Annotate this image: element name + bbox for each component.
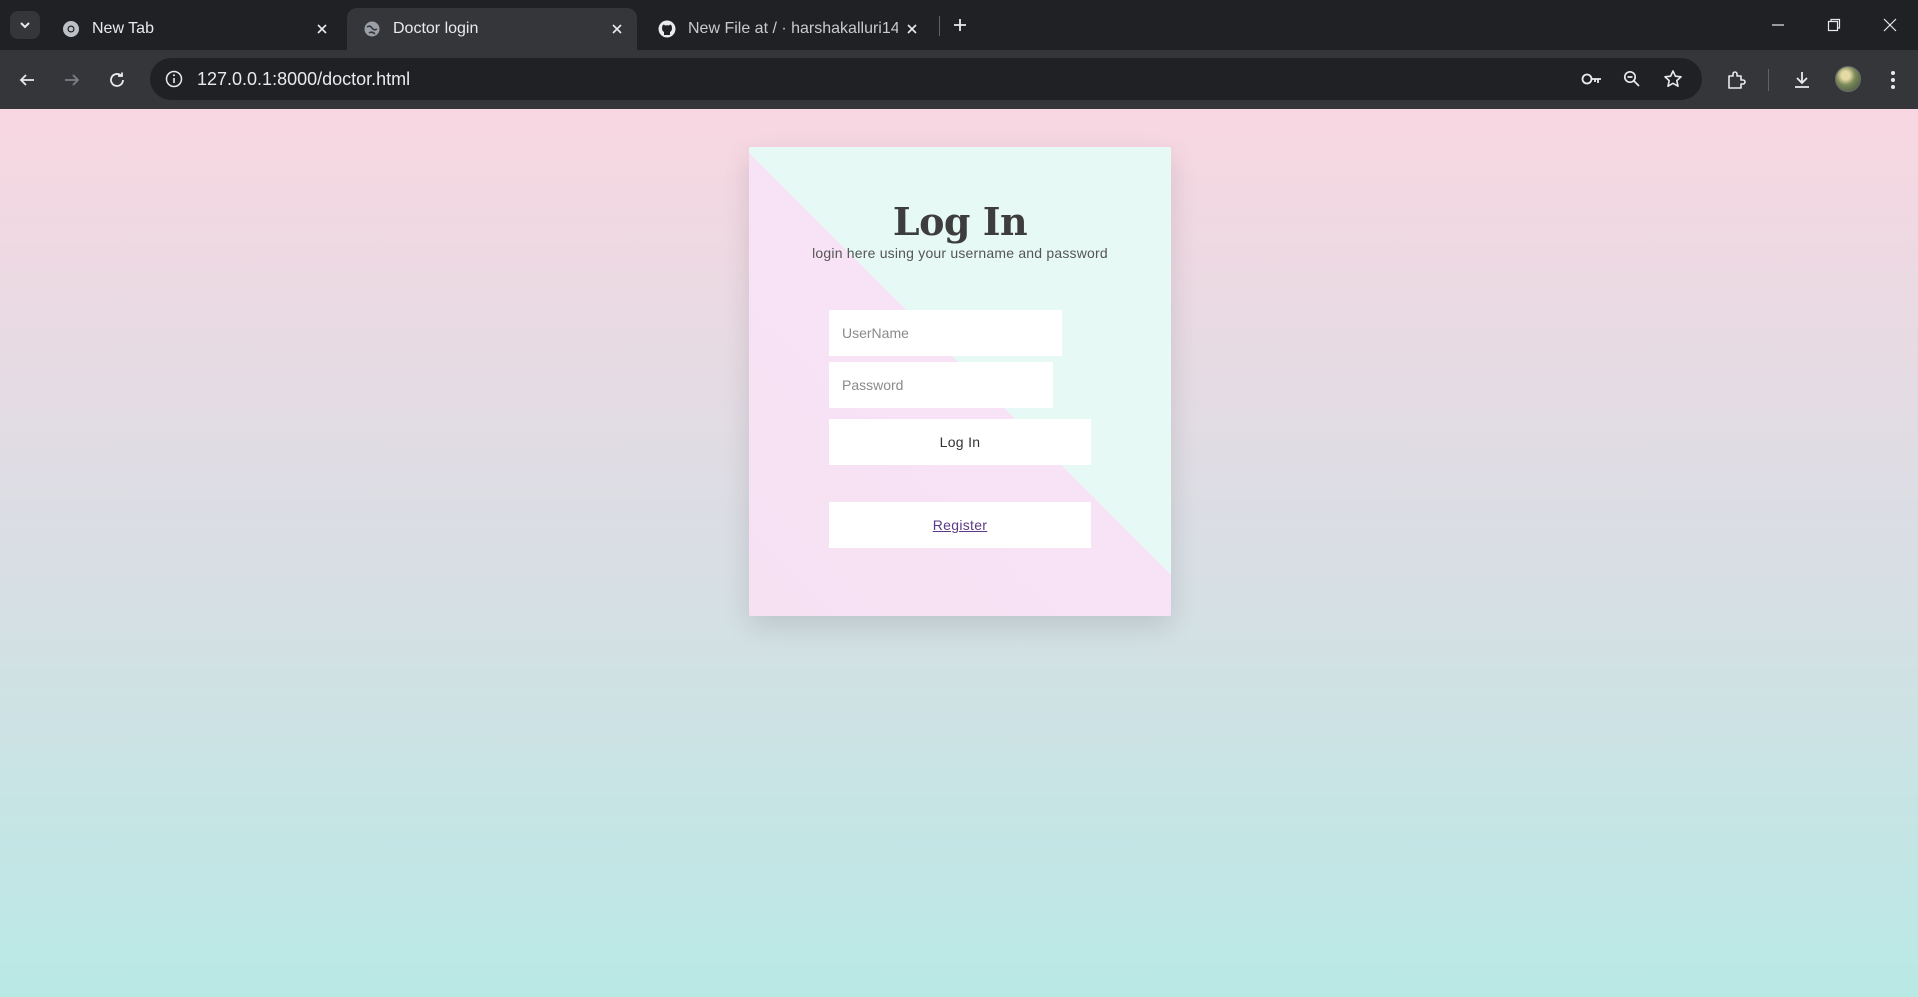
star-icon[interactable]: [1659, 65, 1687, 93]
tab-strip: New Tab Doctor login New File at / · har…: [0, 0, 1918, 50]
restore-button[interactable]: [1806, 0, 1862, 50]
minimize-icon: [1772, 24, 1784, 26]
register-link[interactable]: Register: [933, 517, 988, 533]
tab-title: Doctor login: [393, 20, 479, 37]
reload-icon: [110, 72, 124, 87]
toolbar-divider: [1768, 69, 1769, 91]
password-input[interactable]: [829, 362, 1053, 408]
back-button[interactable]: [11, 64, 43, 96]
tab-divider: [939, 16, 940, 36]
extensions-icon[interactable]: [1720, 64, 1752, 96]
close-icon[interactable]: [603, 15, 631, 43]
zoom-icon[interactable]: [1618, 65, 1646, 93]
register-button[interactable]: Register: [829, 502, 1091, 548]
tab-title: New Tab: [92, 20, 154, 37]
address-bar[interactable]: 127.0.0.1:8000/doctor.html: [150, 58, 1702, 100]
close-icon[interactable]: [308, 15, 336, 43]
login-subtitle: login here using your username and passw…: [812, 245, 1108, 261]
profile-avatar[interactable]: [1835, 66, 1861, 92]
menu-icon[interactable]: [1877, 64, 1909, 96]
globe-icon: [363, 20, 381, 38]
site-info-icon[interactable]: [160, 65, 188, 93]
chevron-down-icon: [20, 22, 30, 29]
tab-title: New File at / · harshakalluri1403: [688, 20, 898, 37]
reload-button[interactable]: [101, 64, 133, 96]
plus-icon: [954, 19, 966, 31]
browser-toolbar: 127.0.0.1:8000/doctor.html: [0, 50, 1918, 109]
tab-search-button[interactable]: [10, 11, 40, 39]
github-icon: [658, 20, 676, 38]
username-input[interactable]: [829, 310, 1062, 356]
window-close-button[interactable]: [1862, 0, 1918, 50]
tab-doctor-login[interactable]: Doctor login: [347, 8, 637, 50]
close-icon[interactable]: [898, 15, 926, 43]
key-icon[interactable]: [1578, 65, 1606, 93]
new-tab-button[interactable]: [946, 11, 974, 39]
download-icon[interactable]: [1786, 64, 1818, 96]
forward-button[interactable]: [56, 64, 88, 96]
login-heading: Log In: [892, 199, 1028, 244]
tab-github-new-file[interactable]: New File at / · harshakalluri1403: [642, 8, 932, 50]
url-text[interactable]: 127.0.0.1:8000/doctor.html: [197, 69, 410, 90]
arrow-right-icon: [65, 74, 80, 86]
tab-new-tab[interactable]: New Tab: [46, 8, 342, 50]
page-content: Log In login here using your username an…: [0, 109, 1918, 997]
login-button[interactable]: Log In: [829, 419, 1091, 465]
login-card: Log In login here using your username an…: [749, 147, 1171, 616]
minimize-button[interactable]: [1750, 0, 1806, 50]
chrome-icon: [62, 20, 80, 38]
close-icon: [1883, 18, 1897, 32]
arrow-left-icon: [19, 74, 34, 86]
restore-icon: [1827, 18, 1841, 32]
